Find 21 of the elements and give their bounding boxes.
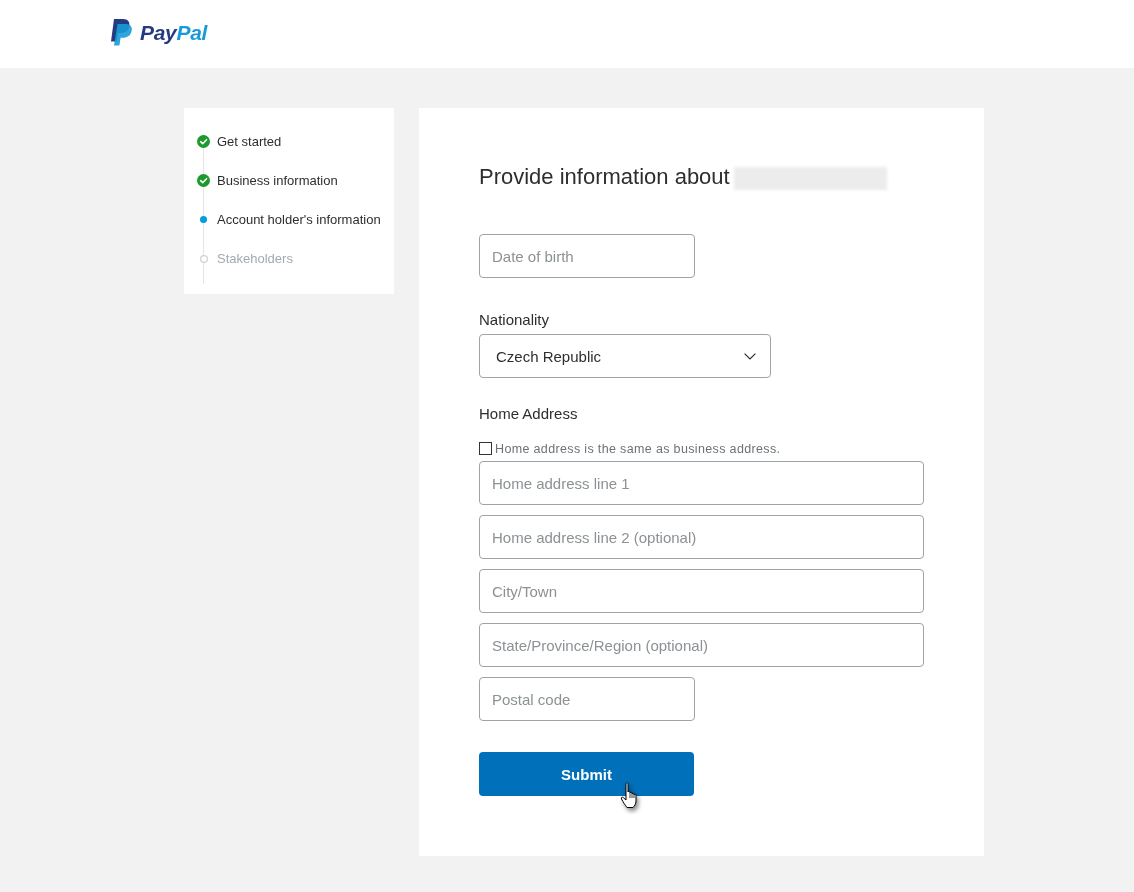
submit-button[interactable]: Submit [479, 752, 694, 796]
address-field[interactable]: Home address line 2 (optional) [479, 515, 924, 559]
form-heading: Provide information about [479, 164, 730, 190]
checkbox-label: Home address is the same as business address. [495, 441, 781, 456]
nationality-select[interactable]: Czech Republic [479, 334, 771, 378]
logo-wordmark: PayPal [140, 21, 208, 43]
checkbox[interactable] [479, 442, 492, 455]
address-field[interactable]: Home address line 1 [479, 461, 924, 505]
home-address-label: Home Address [479, 405, 578, 423]
date-of-birth-field[interactable]: Date of birth [479, 234, 695, 278]
caret-icon [744, 352, 756, 360]
hand-pointer-icon [620, 782, 640, 810]
address-field[interactable]: State/Province/Region (optional) [479, 623, 924, 667]
address-field[interactable]: Postal code [479, 677, 695, 721]
step-label: Get started [217, 134, 282, 149]
address-field[interactable]: City/Town [479, 569, 924, 613]
step-label: Stakeholders [217, 251, 293, 266]
logo-p-icon [110, 18, 132, 46]
nationality-label: Nationality [479, 311, 550, 329]
step-label: Business information [217, 173, 338, 188]
step-label: Account holder's information [217, 212, 381, 227]
